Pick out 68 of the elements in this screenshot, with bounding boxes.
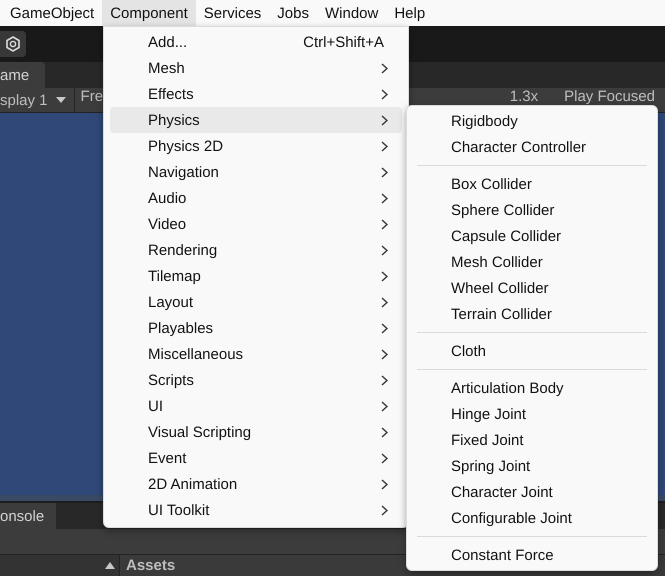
menu-bar-item[interactable]: Window — [316, 0, 386, 26]
chevron-right-icon — [381, 244, 388, 256]
menu-item[interactable]: Rendering — [110, 237, 402, 263]
menu-item[interactable]: Wheel Collider — [417, 275, 647, 301]
menu-item[interactable]: Box Collider — [417, 171, 647, 197]
chevron-right-icon — [381, 504, 388, 516]
menu-bar-item[interactable]: Help — [386, 0, 434, 26]
menu-item[interactable]: Fixed Joint — [417, 427, 647, 453]
chevron-right-icon — [381, 478, 388, 490]
menu-item[interactable]: Mesh — [110, 55, 402, 81]
menu-item[interactable]: Effects — [110, 81, 402, 107]
chevron-right-icon — [381, 452, 388, 464]
account-button[interactable] — [0, 31, 26, 57]
menu-bar-item[interactable]: GameObject — [2, 0, 102, 26]
chevron-right-icon — [381, 374, 388, 386]
display-dropdown[interactable]: splay 1 — [0, 88, 75, 112]
menu-item[interactable]: Character Joint — [417, 479, 647, 505]
chevron-right-icon — [381, 166, 388, 178]
game-tab[interactable]: ame — [0, 62, 45, 88]
hexagon-icon — [5, 36, 21, 52]
menu-item[interactable]: Terrain Collider — [417, 301, 647, 327]
menu-item[interactable]: Event — [110, 445, 402, 471]
menu-item[interactable]: Articulation Body — [417, 375, 647, 401]
menu-item[interactable]: Configurable Joint — [417, 505, 647, 531]
chevron-right-icon — [381, 322, 388, 334]
chevron-right-icon — [381, 348, 388, 360]
menu-item[interactable]: Capsule Collider — [417, 223, 647, 249]
chevron-right-icon — [381, 296, 388, 308]
chevron-right-icon — [381, 400, 388, 412]
menu-item[interactable]: Physics — [110, 107, 402, 133]
chevron-right-icon — [381, 88, 388, 100]
chevron-right-icon — [381, 140, 388, 152]
scroll-up-icon[interactable] — [105, 562, 115, 569]
menu-item[interactable]: 2D Animation — [110, 471, 402, 497]
console-tab[interactable]: onsole — [0, 503, 56, 529]
menu-item[interactable]: Character Controller — [417, 134, 647, 160]
menu-item[interactable]: Tilemap — [110, 263, 402, 289]
menu-item[interactable]: Scripts — [110, 367, 402, 393]
menu-item[interactable]: UI Toolkit — [110, 497, 402, 523]
menu-item[interactable]: Physics 2D — [110, 133, 402, 159]
menu-item[interactable]: Audio — [110, 185, 402, 211]
chevron-right-icon — [381, 270, 388, 282]
chevron-right-icon — [381, 218, 388, 230]
menu-item[interactable]: Video — [110, 211, 402, 237]
menu-bar-item[interactable]: Services — [196, 0, 270, 26]
menu-item[interactable]: Playables — [110, 315, 402, 341]
chevron-right-icon — [381, 426, 388, 438]
menu-item[interactable]: Hinge Joint — [417, 401, 647, 427]
aspect-dropdown[interactable]: Fre — [74, 88, 104, 104]
play-mode-dropdown[interactable]: Play Focused — [558, 88, 665, 104]
menu-item[interactable]: Cloth — [417, 338, 647, 364]
dropdown-arrow-icon — [56, 97, 66, 103]
menu-item[interactable]: Visual Scripting — [110, 419, 402, 445]
menu-item[interactable]: Add... Ctrl+Shift+A — [110, 29, 402, 55]
menu-item[interactable]: Spring Joint — [417, 453, 647, 479]
scale-label: 1.3x — [508, 88, 540, 104]
menu-item[interactable]: Miscellaneous — [110, 341, 402, 367]
menu-item[interactable]: UI — [110, 393, 402, 419]
chevron-right-icon — [381, 114, 388, 126]
menu-bar-item[interactable]: Component — [102, 0, 196, 26]
menu-item[interactable]: Navigation — [110, 159, 402, 185]
menu-item[interactable]: Rigidbody — [417, 108, 647, 134]
menu-item[interactable]: Layout — [110, 289, 402, 315]
menu-item[interactable]: Mesh Collider — [417, 249, 647, 275]
menu-item[interactable]: Sphere Collider — [417, 197, 647, 223]
menu-bar-item[interactable]: Jobs — [269, 0, 317, 26]
chevron-right-icon — [381, 62, 388, 74]
chevron-right-icon — [381, 192, 388, 204]
